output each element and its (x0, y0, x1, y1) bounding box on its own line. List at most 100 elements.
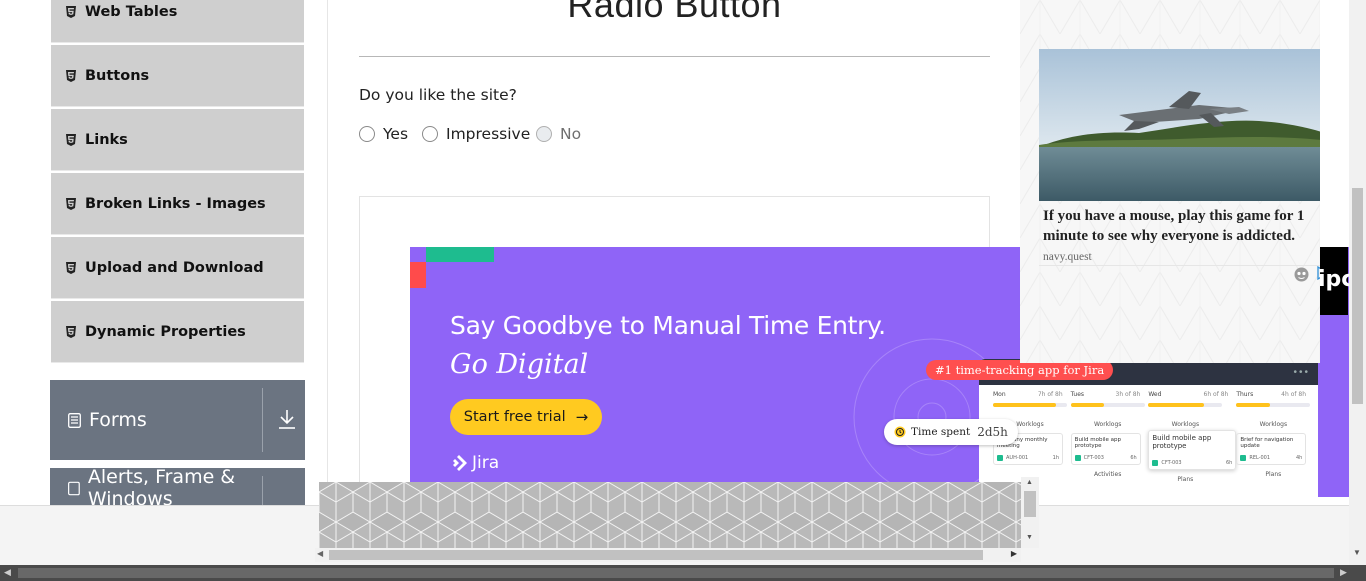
sidebar-item-buttons[interactable]: Buttons (51, 45, 304, 107)
fighter-jet-image (1039, 49, 1320, 201)
sidebar-item-label: Web Tables (85, 3, 178, 20)
sidebar-item-label: Broken Links - Images (85, 195, 266, 212)
native-ad[interactable]: If you have a mouse, play this game for … (1020, 0, 1320, 363)
check-icon (997, 455, 1003, 461)
day-name: Mon (993, 391, 1006, 398)
decor-red-block (410, 262, 426, 288)
start-free-trial-button[interactable]: Start free trial → (450, 399, 602, 435)
progress-bar (1070, 403, 1145, 407)
day-hours: 6h of 8h (1203, 391, 1229, 398)
jira-logo-text: Jira (472, 453, 500, 473)
progress-bar (993, 403, 1067, 407)
worklog-card: Build mobile app prototype CFT-003 6h (1148, 430, 1237, 470)
card-title: Build mobile app prototype (1152, 434, 1212, 450)
column-footer: Plans (1177, 476, 1194, 483)
day-column: Wed 6h of 8h Worklogs Build mobile app prot… (1148, 391, 1237, 483)
sidebar-item-web-tables[interactable]: Web Tables (51, 0, 304, 43)
sidebar-item-label: Upload and Download (85, 259, 264, 276)
title-divider (359, 56, 990, 57)
more-icon: ••• (1293, 367, 1310, 378)
adchoices-icon[interactable] (1316, 266, 1320, 280)
ad-source[interactable]: navy.quest (1043, 251, 1092, 263)
jira-logo: Jira (450, 453, 499, 473)
radio-circle (536, 126, 552, 142)
day-header: Mon 7h of 8h (993, 391, 1069, 398)
radio-label[interactable]: Impressive (446, 125, 530, 143)
card-code-text: CFT-003 (1083, 455, 1104, 461)
day-header: Thurs 4h of 8h (1236, 391, 1312, 398)
radio-circle[interactable] (359, 126, 375, 142)
sticky-ad-pattern[interactable] (319, 482, 1021, 548)
card-hours: 1h (1052, 455, 1059, 461)
ad-subhead: Go Digital (450, 349, 589, 380)
scroll-left-icon[interactable]: ◀ (4, 567, 11, 578)
day-name: Thurs (1236, 391, 1254, 398)
clock-icon (894, 426, 906, 438)
card-code: REL-001 (1240, 455, 1270, 461)
sticky-ad-horizontal-scrollbar[interactable]: ◀ ▶ (315, 548, 1021, 562)
column-footer: Plans (1265, 471, 1282, 478)
page-title: Radio Button (567, 0, 782, 25)
check-icon (1074, 455, 1081, 461)
group-header-label: Forms (89, 409, 147, 431)
page-vertical-scrollbar[interactable]: ▼ (1349, 0, 1366, 565)
ad-headline[interactable]: If you have a mouse, play this game for … (1043, 206, 1320, 246)
sidebar-item-upload-download[interactable]: Upload and Download (51, 237, 304, 299)
sidebar-item-broken-links[interactable]: Broken Links - Images (51, 173, 304, 235)
window-icon (68, 481, 80, 495)
arrow-right-icon: → (575, 408, 589, 426)
time-spent-pill: Time spent 2d5h (884, 419, 1018, 445)
ad-network-face-icon[interactable] (1294, 267, 1309, 282)
worklog-card: Build mobile app prototype CFT-003 6h (1070, 433, 1141, 465)
day-name: Tues (1070, 391, 1085, 398)
scroll-right-icon[interactable]: ▶ (1011, 549, 1017, 558)
scroll-left-icon[interactable]: ◀ (317, 549, 323, 558)
cube-pattern (319, 482, 1021, 548)
question-text: Do you like the site? (359, 86, 517, 104)
download-arrow-icon[interactable] (278, 408, 296, 430)
day-header: Tues 3h of 8h (1071, 391, 1147, 398)
scroll-down-icon[interactable]: ▼ (1026, 534, 1033, 541)
radio-label[interactable]: Yes (383, 125, 408, 143)
scrollbar-thumb[interactable] (18, 568, 1334, 578)
scroll-right-icon[interactable]: ▶ (1340, 567, 1347, 578)
html5-icon (66, 325, 76, 338)
group-header-forms[interactable]: Forms (50, 380, 305, 460)
scroll-down-icon[interactable]: ▼ (1353, 548, 1361, 557)
card-hours: 4h (1295, 455, 1303, 461)
progress-fill (1236, 403, 1270, 407)
radio-circle[interactable] (422, 126, 438, 142)
card-code-text: REL-001 (1249, 455, 1271, 461)
sticky-ad-vertical-scrollbar[interactable]: ▲ ▼ (1021, 477, 1039, 548)
divider (262, 388, 263, 452)
sidebar-item-label: Buttons (85, 67, 150, 84)
progress-fill (993, 403, 1056, 407)
scrollbar-thumb[interactable] (329, 550, 983, 560)
ad-image[interactable] (1039, 49, 1320, 201)
scroll-up-icon[interactable]: ▲ (1026, 479, 1033, 486)
radio-impressive[interactable]: Impressive (422, 125, 530, 143)
day-header: Wed 6h of 8h (1148, 391, 1234, 398)
time-spent-value: 2d5h (977, 425, 1008, 439)
check-icon (1152, 460, 1159, 466)
card-title: Build mobile app prototype (1074, 437, 1121, 449)
scrollbar-thumb[interactable] (1024, 491, 1036, 517)
card-code: CFT-003 (1074, 455, 1104, 461)
card-code-text: AUH-001 (1006, 455, 1029, 461)
worklog-card: Brief for navigation update REL-001 4h (1236, 433, 1307, 465)
sidebar-item-dynamic-properties[interactable]: Dynamic Properties (51, 301, 304, 363)
sidebar-item-links[interactable]: Links (51, 109, 304, 171)
day-column: Tues 3h of 8h Worklogs Build mobile app pro… (1070, 391, 1147, 483)
radio-yes[interactable]: Yes (359, 125, 408, 143)
day-columns: Mon 7h of 8h Worklogs Company monthly meeti… (979, 385, 1324, 483)
day-hours: 4h of 8h (1281, 391, 1307, 398)
html5-icon (66, 261, 76, 274)
html5-icon (66, 5, 76, 18)
jira-logo-icon (453, 455, 467, 471)
html5-icon (66, 69, 76, 82)
scrollbar-thumb[interactable] (1352, 188, 1363, 404)
page-horizontal-scrollbar[interactable]: ◀ ▶ (0, 565, 1366, 581)
day-name: Wed (1148, 391, 1162, 398)
card-code-text: CFT-003 (1161, 460, 1182, 466)
worklogs-label: Worklogs (1093, 421, 1122, 428)
